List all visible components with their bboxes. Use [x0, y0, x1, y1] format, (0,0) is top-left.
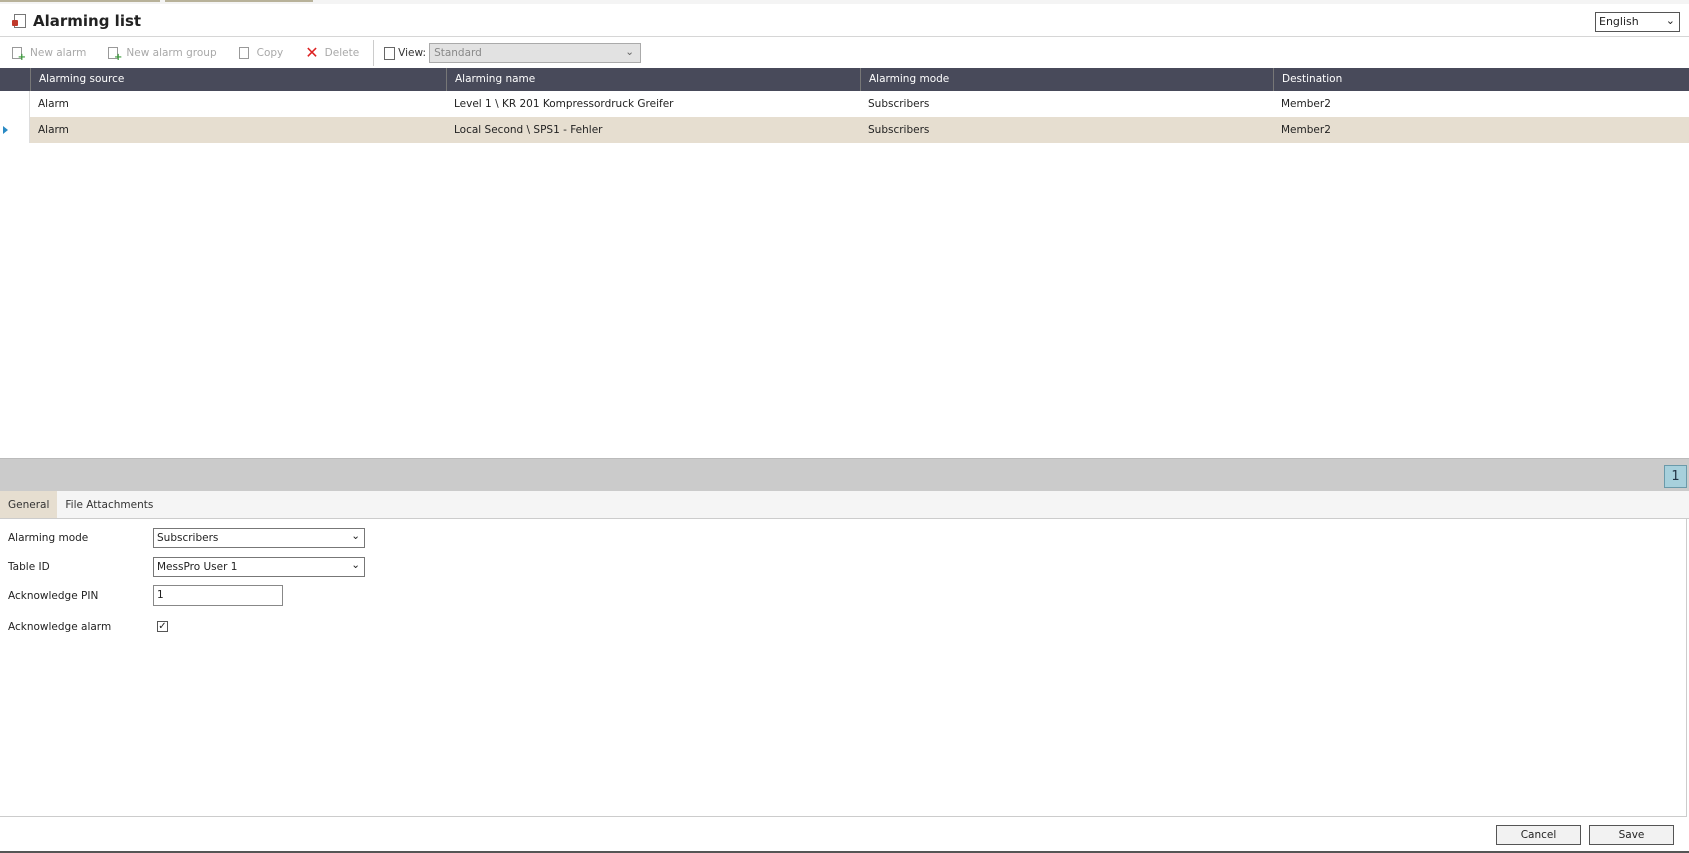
top-tab[interactable] — [165, 0, 313, 2]
table-row-selected[interactable]: Alarm Local Second \ SPS1 - Fehler Subsc… — [0, 117, 1689, 143]
copy-button[interactable]: Copy — [238, 47, 284, 59]
page-title: Alarming list — [33, 12, 142, 30]
tab-general[interactable]: General — [0, 491, 58, 518]
column-header-source[interactable]: Alarming source — [30, 68, 446, 91]
new-document-icon — [12, 47, 26, 63]
table-id-label: Table ID — [8, 561, 50, 573]
cell-source: Alarm — [38, 98, 69, 110]
cell-name: Level 1 \ KR 201 Kompressordruck Greifer — [454, 98, 674, 110]
view-label: View: — [398, 47, 427, 59]
toolbar-divider — [373, 40, 375, 66]
cell-destination: Member2 — [1281, 124, 1331, 136]
copy-label: Copy — [256, 47, 284, 59]
row-indicator — [0, 117, 30, 143]
copy-icon — [238, 47, 249, 59]
table-id-select[interactable]: MessPro User 1 ⌄ — [153, 557, 365, 577]
delete-button[interactable]: ✕ Delete — [305, 45, 359, 61]
chevron-down-icon: ⌄ — [351, 559, 360, 571]
view-icon — [384, 46, 396, 60]
table-row[interactable]: Alarm Level 1 \ KR 201 Kompressordruck G… — [0, 91, 1689, 117]
new-document-icon — [108, 47, 122, 63]
ack-pin-label: Acknowledge PIN — [8, 590, 99, 602]
ack-pin-input[interactable]: 1 — [153, 585, 283, 606]
table-id-value: MessPro User 1 — [157, 561, 238, 573]
view-select[interactable]: Standard ⌄ — [429, 43, 642, 63]
new-alarm-group-button[interactable]: New alarm group — [108, 47, 217, 63]
top-tab[interactable] — [0, 0, 160, 2]
new-alarm-group-label: New alarm group — [126, 47, 217, 59]
language-select[interactable]: English ⌄ — [1595, 12, 1680, 32]
title-bar: Alarming list English ⌄ — [0, 4, 1689, 37]
chevron-down-icon: ⌄ — [351, 530, 360, 542]
footer: Cancel Save — [0, 818, 1689, 853]
alarming-mode-label: Alarming mode — [8, 532, 89, 544]
cell-mode: Subscribers — [868, 124, 930, 136]
new-alarm-button[interactable]: New alarm — [12, 47, 87, 63]
view-value: Standard — [434, 47, 482, 59]
tab-file-attachments[interactable]: File Attachments — [57, 491, 161, 518]
cancel-button[interactable]: Cancel — [1496, 825, 1581, 845]
chevron-down-icon: ⌄ — [625, 46, 635, 58]
cell-destination: Member2 — [1281, 98, 1331, 110]
pager-bar: 1 — [0, 458, 1689, 491]
new-alarm-label: New alarm — [30, 47, 87, 59]
ack-alarm-label: Acknowledge alarm — [8, 621, 112, 633]
ack-alarm-checkbox[interactable]: ✓ — [157, 621, 168, 632]
chevron-down-icon: ⌄ — [1665, 14, 1675, 27]
delete-label: Delete — [324, 47, 360, 59]
toolbar: New alarm New alarm group Copy ✕ Delete V… — [0, 38, 1689, 68]
column-header-destination[interactable]: Destination — [1273, 68, 1687, 91]
alarming-mode-value: Subscribers — [157, 532, 219, 544]
current-row-arrow-icon — [3, 126, 8, 134]
language-value: English — [1599, 15, 1639, 28]
table-header: Alarming source Alarming name Alarming m… — [0, 68, 1689, 91]
page-1-button[interactable]: 1 — [1664, 465, 1687, 488]
cell-name: Local Second \ SPS1 - Fehler — [454, 124, 603, 136]
alarming-mode-select[interactable]: Subscribers ⌄ — [153, 528, 365, 548]
detail-tabs: General File Attachments — [0, 491, 1689, 519]
alarm-list-icon — [12, 14, 26, 28]
delete-icon: ✕ — [305, 43, 319, 62]
row-indicator — [0, 91, 30, 117]
cell-mode: Subscribers — [868, 98, 930, 110]
column-header-mode[interactable]: Alarming mode — [860, 68, 1273, 91]
cell-source: Alarm — [38, 124, 69, 136]
save-button[interactable]: Save — [1589, 825, 1674, 845]
column-header-name[interactable]: Alarming name — [446, 68, 860, 91]
